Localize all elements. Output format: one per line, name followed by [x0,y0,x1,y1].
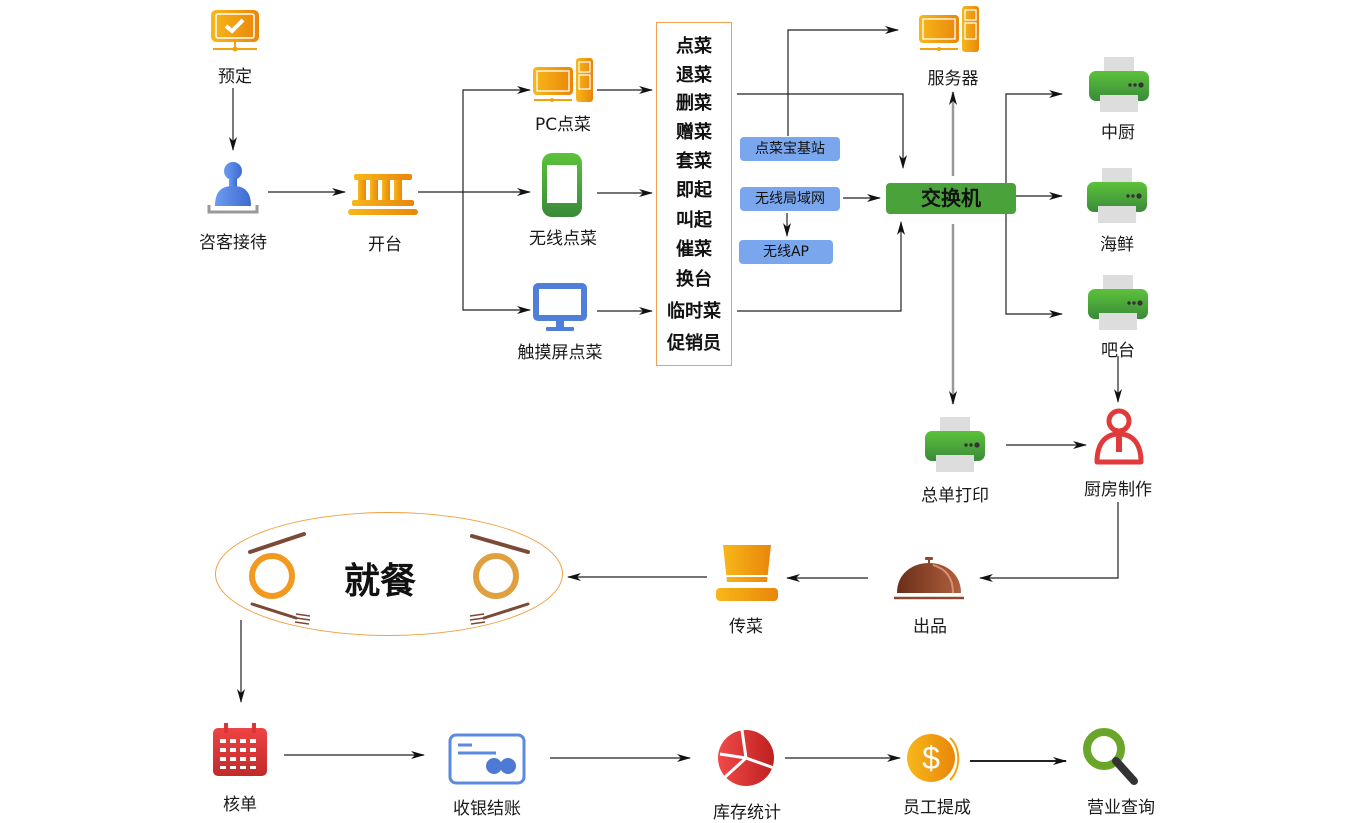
op-item: 催菜 [676,239,712,260]
arrow-switch-to-bar [1005,214,1063,318]
op-item: 促销员 [667,333,721,354]
label-deliver: 传菜 [729,617,763,637]
label-commission: 员工提成 [903,798,971,818]
pie-chart-icon [718,729,775,786]
op-item: 删菜 [676,93,712,114]
label-touch-order: 触摸屏点菜 [517,343,603,363]
calendar-icon [213,723,267,776]
chef-person-icon [1094,408,1144,465]
switch-node: 交换机 [886,183,1016,214]
order-operations-list: 点菜 退菜 删菜 赠菜 套菜 即起 叫起 催菜 换台 临时菜 促销员 [656,22,732,366]
desktop-computer-icon [533,58,593,102]
op-item: 临时菜 [667,301,721,322]
plate-cutlery-icon [469,534,530,625]
tag-wireless-ap: 无线AP [739,240,833,264]
tag-wlan: 无线局域网 [740,187,840,211]
label-serve-out: 出品 [913,617,947,637]
person-joystick-icon [207,162,259,214]
label-summary-print: 总单打印 [921,486,989,506]
label-server: 服务器 [927,69,979,89]
printer-icon [1087,168,1147,223]
label-checkout: 收银结账 [453,799,521,819]
arrow-switch-to-main-kitchen [1005,90,1063,183]
label-wireless-order: 无线点菜 [529,229,597,249]
op-item: 退菜 [676,65,712,86]
arrow-open-table-to-pc [418,86,531,193]
label-kitchen-main: 中厨 [1101,123,1135,143]
op-item: 赠菜 [676,122,712,143]
server-computer-icon [919,6,979,52]
monitor-check-icon [211,10,259,52]
food-cloche-icon [894,557,964,600]
svg-text:$: $ [922,740,940,776]
printer-icon [1089,57,1149,112]
mobile-device-icon [542,153,582,217]
touch-monitor-icon [533,283,587,331]
label-kitchen-cook: 厨房制作 [1084,480,1152,500]
dollar-coin-icon: $ [907,734,960,782]
plate-cutlery-icon [248,532,311,625]
arrow-ops-to-switch-bottom [737,221,905,312]
table-pillars-icon [348,174,418,215]
op-item: 叫起 [676,210,712,231]
label-reserve: 预定 [218,67,252,87]
label-business-query: 营业查询 [1087,798,1155,818]
op-item: 套菜 [676,151,712,172]
label-pc-order: PC点菜 [534,115,592,135]
tag-base-station: 点菜宝基站 [740,137,840,161]
label-check-bill: 核单 [223,795,257,815]
op-item: 点菜 [676,36,712,57]
label-inventory: 库存统计 [713,803,781,823]
label-reception: 咨客接待 [199,233,267,253]
label-kitchen-bar: 吧台 [1101,341,1135,361]
arrow-kitchen-cook-to-serve [979,502,1119,582]
top-hat-icon [716,545,778,601]
magnifier-icon [1083,728,1138,785]
restaurant-workflow-diagram: 预定 咨客接待 开台 PC点菜 无线点菜 触摸屏点菜 点菜 退菜 删菜 赠菜 套… [0,0,1365,823]
credit-card-icon [448,733,526,785]
op-item: 换台 [676,269,712,290]
label-dining: 就餐 [344,561,417,602]
label-kitchen-seafood: 海鲜 [1100,235,1134,255]
label-open-table: 开台 [368,235,402,255]
arrow-open-table-to-touch [462,192,531,314]
arrow-base-station-to-server [787,26,899,136]
op-item: 即起 [676,180,712,201]
printer-icon [1088,275,1148,330]
printer-icon [925,417,985,472]
